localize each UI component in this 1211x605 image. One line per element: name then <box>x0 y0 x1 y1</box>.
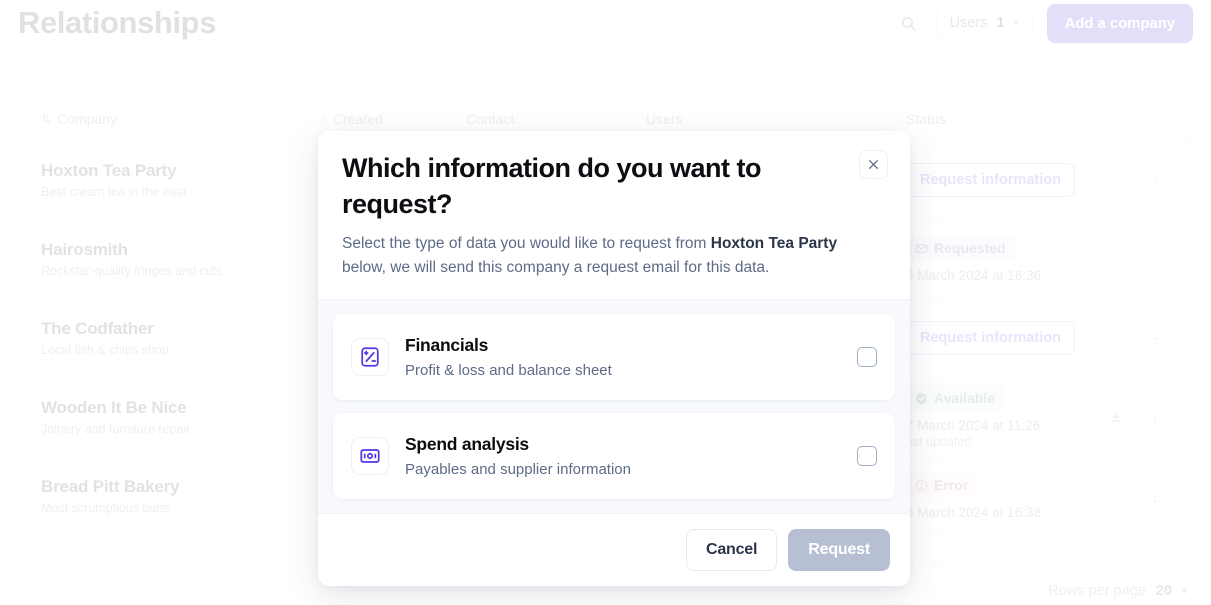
modal-description-part2: below, we will send this company a reque… <box>342 258 770 276</box>
option-financials[interactable]: Financials Profit & loss and balance she… <box>333 314 895 401</box>
modal-description-part1: Select the type of data you would like t… <box>342 235 711 253</box>
modal-options-list: Financials Profit & loss and balance she… <box>318 299 910 514</box>
calculator-percent-icon <box>351 338 389 377</box>
banknote-icon <box>351 437 389 476</box>
modal-header: Which information do you want to request… <box>318 131 910 300</box>
option-spend-analysis[interactable]: Spend analysis Payables and supplier inf… <box>333 413 895 499</box>
modal-footer: Cancel Request <box>318 514 910 586</box>
modal-overlay: Which information do you want to request… <box>0 0 1211 605</box>
option-checkbox-financials[interactable] <box>857 347 877 368</box>
modal-description-company: Hoxton Tea Party <box>710 235 838 253</box>
option-description: Payables and supplier information <box>405 461 631 479</box>
modal-description: Select the type of data you would like t… <box>342 232 886 279</box>
option-texts: Spend analysis Payables and supplier inf… <box>405 434 841 478</box>
option-description: Profit & loss and balance sheet <box>405 362 612 380</box>
option-checkbox-spend-analysis[interactable] <box>857 446 877 467</box>
close-icon[interactable] <box>859 150 888 179</box>
request-information-modal: Which information do you want to request… <box>318 131 910 586</box>
cancel-button[interactable]: Cancel <box>685 529 778 571</box>
option-title: Spend analysis <box>405 434 529 455</box>
option-title: Financials <box>405 335 489 356</box>
request-button[interactable]: Request <box>788 529 890 571</box>
option-texts: Financials Profit & loss and balance she… <box>405 335 841 379</box>
modal-title: Which information do you want to request… <box>342 153 761 219</box>
